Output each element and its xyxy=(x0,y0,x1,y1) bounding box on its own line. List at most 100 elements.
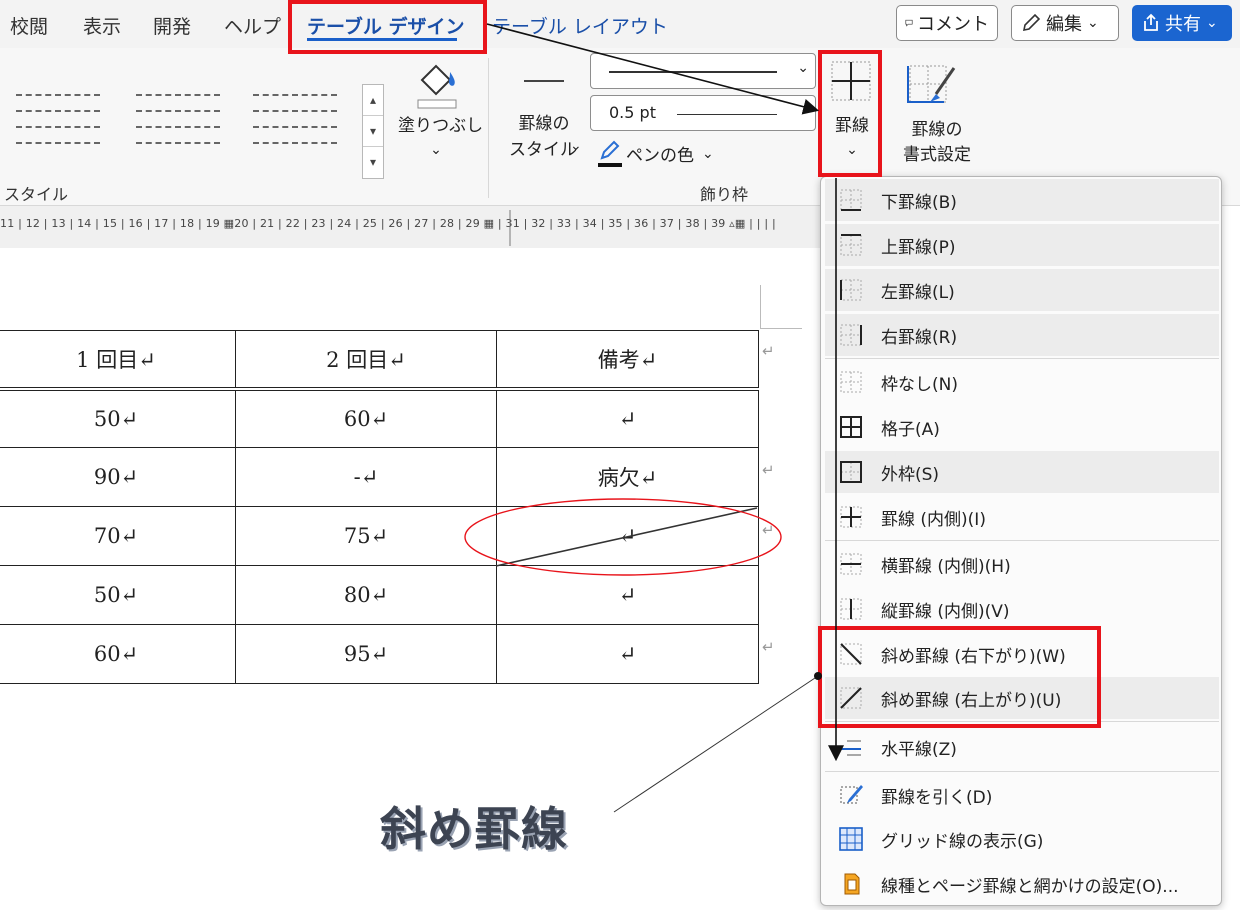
shading-label[interactable]: 塗りつぶし xyxy=(398,114,483,138)
border-painter-label-line2: 書式設定 xyxy=(903,145,971,165)
menu-item-border-bottom[interactable]: 下罫線(B) xyxy=(825,179,1219,221)
no-border-icon xyxy=(840,371,862,393)
view-gridlines-icon xyxy=(839,827,863,851)
menu-item-view-gridlines[interactable]: グリッド線の表示(G) xyxy=(825,818,1219,860)
paint-bucket-icon[interactable] xyxy=(412,54,462,110)
table-row: 60↵ 95↵ ↵ xyxy=(0,624,759,684)
table-cell[interactable]: ↵ xyxy=(496,388,759,448)
chevron-down-icon: ⌄ xyxy=(797,60,809,76)
highlight-borders-button xyxy=(818,50,882,177)
menu-item-all-borders[interactable]: 格子(A) xyxy=(825,406,1219,448)
menu-item-no-border[interactable]: 枠なし(N) xyxy=(825,361,1219,403)
tab-view[interactable]: 表示 xyxy=(83,12,121,39)
tab-review[interactable]: 校閲 xyxy=(10,12,48,39)
line-weight-select[interactable]: 0.5 pt xyxy=(590,95,816,131)
table-cell[interactable]: 50↵ xyxy=(0,388,236,448)
borders-shading-icon xyxy=(844,873,860,895)
highlight-diagonal-borders xyxy=(818,626,1101,728)
border-styles-label-line1[interactable]: 罫線の xyxy=(502,112,586,136)
table-style-option[interactable] xyxy=(128,82,228,152)
menu-item-label: 格子(A) xyxy=(881,419,940,440)
tab-developer[interactable]: 開発 xyxy=(153,12,191,39)
inside-horizontal-icon xyxy=(840,553,862,575)
table-cell[interactable]: 90↵ xyxy=(0,447,236,507)
ribbon-tab-bar: 校閲 表示 開発 ヘルプ テーブル デザイン テーブル レイアウト コメント 編… xyxy=(0,0,1240,48)
styles-gallery-scroll[interactable]: ▴ ▾ ▾ xyxy=(362,84,384,179)
pen-color-icon[interactable] xyxy=(596,140,624,168)
table-cell[interactable]: -↵ xyxy=(235,447,497,507)
menu-item-label: 右罫線(R) xyxy=(881,327,958,348)
row-end-mark: ↵ xyxy=(762,638,775,656)
border-left-icon xyxy=(840,279,862,301)
chevron-down-icon[interactable]: ⌄ xyxy=(570,138,582,154)
horizontal-ruler[interactable]: 11 | 12 | 13 | 14 | 15 | 16 | 17 | 18 | … xyxy=(0,206,820,248)
highlight-table-design-tab xyxy=(288,0,487,54)
menu-item-label: グリッド線の表示(G) xyxy=(881,831,1044,852)
menu-item-label: 枠なし(N) xyxy=(881,374,958,395)
table-header-cell[interactable]: 2 回目↵ xyxy=(235,330,497,391)
border-style-preview xyxy=(524,80,564,82)
line-style-select[interactable]: ⌄ xyxy=(590,53,816,89)
comment-button[interactable]: コメント xyxy=(896,5,998,41)
chevron-down-icon[interactable]: ⌄ xyxy=(702,146,714,162)
share-button[interactable]: 共有 ⌄ xyxy=(1132,5,1232,41)
annotation-label: 斜め罫線 xyxy=(380,802,568,856)
table-cell[interactable]: 75↵ xyxy=(235,506,497,566)
table-cell[interactable]: ↵ xyxy=(496,624,759,684)
group-label-styles: スタイル xyxy=(4,185,69,204)
edit-mode-button[interactable]: 編集 ⌄ xyxy=(1011,5,1119,41)
table-cell[interactable]: 95↵ xyxy=(235,624,497,684)
menu-item-borders-shading[interactable]: 線種とページ罫線と網かけの設定(O)... xyxy=(825,863,1219,905)
tab-table-layout[interactable]: テーブル レイアウト xyxy=(492,12,668,39)
menu-item-inside-horizontal[interactable]: 横罫線 (内側)(H) xyxy=(825,543,1219,585)
draw-table-icon xyxy=(840,785,863,804)
chevron-down-icon: ⌄ xyxy=(1206,15,1218,31)
menu-item-border-left[interactable]: 左罫線(L) xyxy=(825,269,1219,311)
pencil-icon xyxy=(1022,13,1041,32)
table-cell[interactable]: ↵ xyxy=(496,565,759,625)
chevron-down-icon[interactable]: ▾ xyxy=(363,116,383,147)
pen-color-label[interactable]: ペンの色 xyxy=(626,144,694,168)
table-cell[interactable]: 60↵ xyxy=(235,388,497,448)
menu-item-inside-borders[interactable]: 罫線 (内側)(I) xyxy=(825,496,1219,538)
table-cell[interactable]: 80↵ xyxy=(235,565,497,625)
horizontal-line-icon xyxy=(841,740,861,756)
menu-item-border-right[interactable]: 右罫線(R) xyxy=(825,314,1219,356)
table-header-cell[interactable]: 1 回目↵ xyxy=(0,330,236,391)
table-header-cell[interactable]: 備考↵ xyxy=(496,330,759,391)
table-row: 50↵ 60↵ ↵ xyxy=(0,388,759,448)
all-borders-icon xyxy=(840,416,862,438)
comment-icon xyxy=(905,19,913,27)
edit-mode-label: 編集 xyxy=(1046,14,1082,35)
table-cell[interactable]: 50↵ xyxy=(0,565,236,625)
menu-item-horizontal-line[interactable]: 水平線(Z) xyxy=(825,726,1219,768)
chevron-down-icon[interactable]: ⌄ xyxy=(398,138,474,162)
crop-mark xyxy=(760,285,761,329)
menu-item-outside-borders[interactable]: 外枠(S) xyxy=(825,451,1219,493)
border-painter-button[interactable]: 罫線の 書式設定 xyxy=(892,54,982,174)
menu-item-inside-vertical[interactable]: 縦罫線 (内側)(V) xyxy=(825,588,1219,630)
menu-separator xyxy=(825,358,1219,359)
menu-item-label: 外枠(S) xyxy=(881,464,940,485)
table-style-option[interactable] xyxy=(8,82,108,152)
chevron-up-icon[interactable]: ▴ xyxy=(363,85,383,116)
table-cell[interactable]: 病欠↵ xyxy=(496,447,759,507)
score-table[interactable]: 1 回目↵ 2 回目↵ 備考↵ 50↵ 60↵ ↵ 90↵ -↵ 病欠↵ 70↵… xyxy=(0,330,759,684)
tab-help[interactable]: ヘルプ xyxy=(224,12,281,39)
table-cell[interactable]: 70↵ xyxy=(0,506,236,566)
crop-mark xyxy=(760,328,802,329)
comment-button-label: コメント xyxy=(917,14,989,35)
diagonal-border-cell[interactable]: ↵ xyxy=(496,506,759,566)
table-row: 50↵ 80↵ ↵ xyxy=(0,565,759,625)
group-label-borders: 飾り枠 xyxy=(700,185,749,204)
table-row: 90↵ -↵ 病欠↵ xyxy=(0,447,759,507)
menu-item-label: 水平線(Z) xyxy=(881,739,957,760)
menu-item-border-top[interactable]: 上罫線(P) xyxy=(825,224,1219,266)
gallery-more-icon[interactable]: ▾ xyxy=(363,147,383,178)
table-style-option[interactable] xyxy=(245,82,345,152)
line-weight-preview xyxy=(677,114,777,115)
border-painter-label-line1: 罫線の xyxy=(911,120,963,140)
table-cell[interactable]: 60↵ xyxy=(0,624,236,684)
menu-item-draw-table[interactable]: 罫線を引く(D) xyxy=(825,774,1219,816)
share-icon xyxy=(1144,13,1158,31)
